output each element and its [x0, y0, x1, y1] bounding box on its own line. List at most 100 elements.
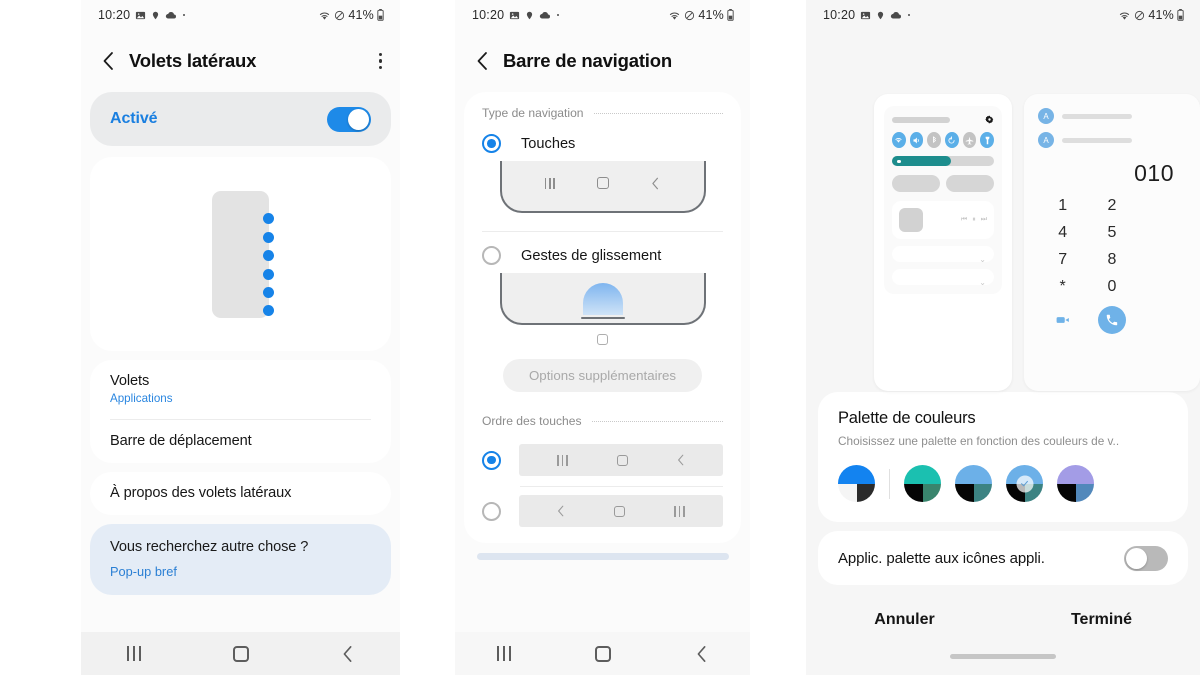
page-title: Barre de navigation	[503, 50, 672, 71]
battery-icon	[377, 9, 384, 21]
back-chevron-icon[interactable]	[469, 48, 495, 74]
back-icon[interactable]	[696, 645, 708, 663]
phone-panel-edge-panels: 10:20 41% Volets latéraux Activé Volets …	[81, 0, 400, 675]
status-bar-left: 10:20	[823, 8, 911, 22]
recents-icon[interactable]	[497, 646, 511, 661]
divider	[889, 468, 890, 499]
flashlight-icon	[980, 132, 995, 148]
placeholder-bar	[1062, 137, 1132, 143]
theme-preview-area: ⏮ ⏸ ⏭ ⌄ ⌄ A A 010 1 2 4 5 7 8 * 0	[806, 30, 1200, 392]
status-time: 10:20	[98, 8, 131, 22]
bluetooth-icon	[927, 132, 942, 148]
wifi-icon	[892, 132, 906, 148]
radio-order-2-unselected[interactable]	[482, 501, 501, 521]
system-navigation-bar	[81, 632, 400, 675]
palette-subtitle: Choisissez une palette en fonction des c…	[838, 434, 1120, 448]
suggestion-card[interactable]: Vous recherchez autre chose ? Pop-up bre…	[90, 524, 391, 595]
palette-title: Palette de couleurs	[838, 409, 976, 427]
order-preview-bar	[519, 444, 723, 476]
palette-swatch-2[interactable]	[955, 465, 992, 502]
status-bar: 10:20 41%	[81, 0, 400, 30]
cloud-icon	[890, 11, 902, 20]
mute-icon	[334, 10, 345, 21]
dial-key: 1	[1058, 197, 1068, 214]
button-order-option-1[interactable]	[464, 436, 741, 484]
list-item-handle[interactable]: Barre de déplacement	[90, 420, 391, 463]
option-gestures[interactable]: Gestes de glissement	[464, 232, 741, 269]
more-options-button[interactable]: Options supplémentaires	[502, 359, 703, 392]
app-bar: Volets latéraux	[81, 30, 400, 92]
wifi-icon	[318, 10, 331, 21]
phone-panel-color-palette: 10:20 41% ⏮ ⏸ ⏭ ⌄ ⌄ A A 010 1 2 4 5 7 8 …	[806, 0, 1200, 675]
palette-swatch-3-selected[interactable]	[1006, 465, 1043, 502]
system-navigation-bar	[455, 632, 750, 675]
back-icon[interactable]	[342, 645, 354, 663]
page-title: Volets latéraux	[129, 50, 257, 71]
palette-swatch-1[interactable]	[904, 465, 941, 502]
back-chevron-icon[interactable]	[95, 48, 121, 74]
dotted-divider	[593, 112, 723, 114]
palette-swatch-0[interactable]	[838, 465, 875, 502]
option-buttons[interactable]: Touches	[464, 128, 741, 157]
buttons-preview-mock	[499, 161, 706, 213]
media-controls: ⏮ ⏸ ⏭	[961, 216, 987, 224]
home-icon	[616, 454, 628, 466]
section-header-navigation-type: Type de navigation	[464, 92, 741, 128]
status-bar-right: 41%	[318, 8, 384, 22]
dialer-preview: A A 010 1 2 4 5 7 8 * 0	[1024, 94, 1200, 391]
home-icon	[614, 505, 626, 517]
radio-gestures-unselected[interactable]	[482, 246, 501, 265]
recents-icon	[674, 505, 685, 517]
master-toggle-row[interactable]: Activé	[90, 92, 391, 146]
mute-icon	[684, 10, 695, 21]
edge-panel-illustration	[212, 190, 274, 318]
avatar: A	[1038, 132, 1054, 148]
suggestion-link[interactable]: Pop-up bref	[110, 564, 371, 579]
dial-key: 4	[1058, 224, 1068, 241]
apply-palette-switch[interactable]	[1124, 545, 1168, 571]
swipe-gesture-icon	[582, 283, 623, 316]
next-icon: ⏭	[980, 216, 987, 223]
status-bar: 10:20 41%	[455, 0, 750, 30]
cancel-button[interactable]: Annuler	[806, 611, 1003, 629]
quick-panel-header	[892, 115, 994, 124]
color-palette-card: Palette de couleurs Choisissez une palet…	[818, 392, 1188, 522]
settings-group-1: Volets Applications Barre de déplacement	[90, 360, 391, 463]
list-item-panels[interactable]: Volets Applications	[90, 360, 391, 419]
check-icon	[1016, 475, 1033, 492]
dot-icon	[182, 13, 186, 17]
button-order-option-2[interactable]	[464, 487, 741, 535]
radio-buttons-selected[interactable]	[482, 134, 501, 153]
location-icon	[151, 10, 160, 21]
home-icon[interactable]	[595, 645, 612, 662]
section-label: Ordre des touches	[482, 414, 582, 428]
back-icon	[651, 177, 660, 190]
wifi-icon	[668, 10, 681, 21]
quick-panel-preview: ⏮ ⏸ ⏭ ⌄ ⌄	[874, 94, 1012, 391]
option-label: Touches	[521, 135, 576, 152]
mute-icon	[1134, 10, 1145, 21]
recents-icon[interactable]	[127, 646, 141, 661]
done-button[interactable]: Terminé	[1003, 611, 1200, 629]
kebab-menu-icon[interactable]	[378, 53, 382, 69]
section-header-button-order: Ordre des touches	[464, 392, 741, 436]
location-icon	[876, 10, 885, 21]
placeholder-bar	[1062, 113, 1132, 119]
scroll-handle[interactable]	[476, 553, 729, 560]
order-preview-bar	[519, 495, 723, 527]
battery-percent: 41%	[1148, 8, 1174, 22]
radio-order-1-selected[interactable]	[482, 450, 501, 470]
status-time: 10:20	[472, 8, 505, 22]
dial-key: 0	[1107, 278, 1117, 295]
list-item-about[interactable]: À propos des volets latéraux	[90, 472, 391, 515]
recents-icon	[544, 177, 555, 189]
home-icon[interactable]	[233, 645, 250, 662]
notification-preview-2: ⌄	[892, 269, 994, 287]
status-bar-left: 10:20	[472, 8, 560, 22]
battery-icon	[1177, 9, 1184, 21]
pause-icon: ⏸	[972, 216, 976, 223]
apply-palette-row[interactable]: Applic. palette aux icônes appli.	[818, 531, 1188, 585]
master-toggle-switch[interactable]	[327, 106, 371, 132]
battery-percent: 41%	[348, 8, 374, 22]
palette-swatch-4[interactable]	[1057, 465, 1094, 502]
